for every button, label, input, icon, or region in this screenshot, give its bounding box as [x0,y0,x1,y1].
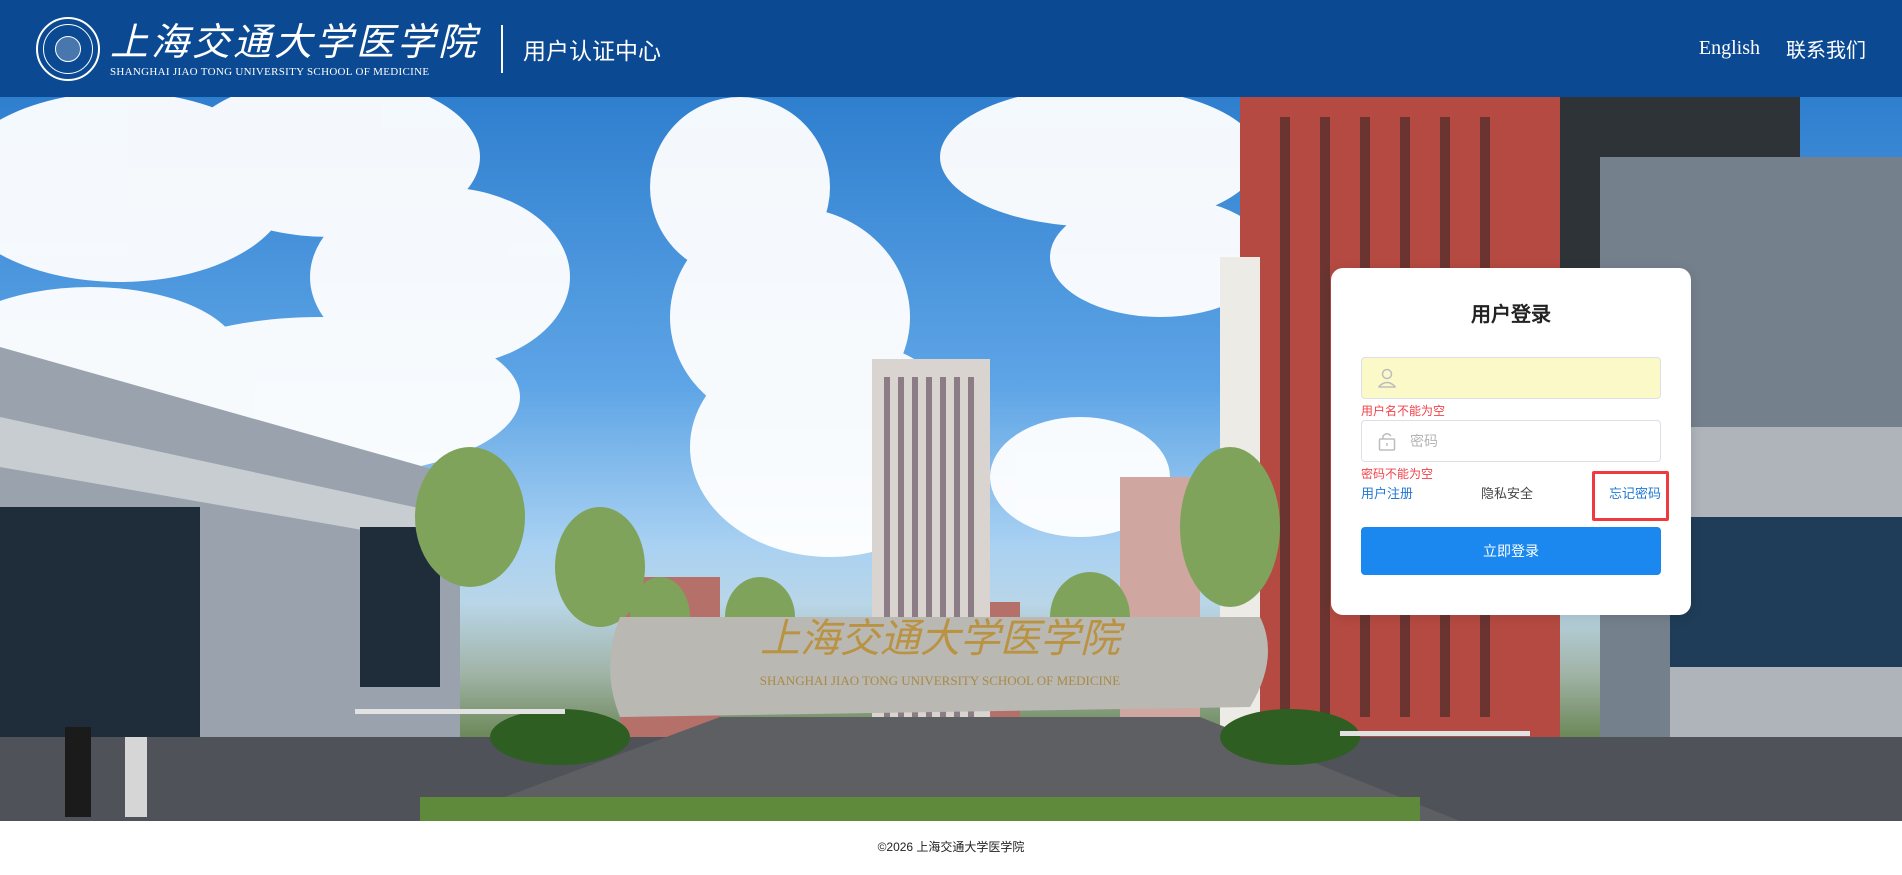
lock-icon [1378,433,1396,451]
header-divider [501,24,504,73]
forgot-password-highlight [1592,471,1669,521]
brand-name-cn: 上海交通大学医学院 [110,19,480,64]
register-link[interactable]: 用户注册 [1361,482,1413,506]
username-error: 用户名不能为空 [1361,404,1446,418]
password-field[interactable] [1361,420,1661,462]
brand[interactable]: 上海交通大学医学院 SHANGHAI JIAO TONG UNIVERSITY … [36,16,662,81]
login-title: 用户登录 [1471,304,1551,326]
password-error: 密码不能为空 [1361,467,1434,481]
contact-us-link[interactable]: 联系我们 [1786,34,1866,63]
footer: ©2026 上海交通大学医学院 [0,821,1902,875]
username-input[interactable] [1410,370,1660,386]
username-field[interactable] [1361,357,1661,399]
stone-inscription-en: SHANGHAI JIAO TONG UNIVERSITY SCHOOL OF … [760,673,1120,688]
user-icon [1377,368,1397,388]
password-input[interactable] [1410,433,1660,449]
copyright: ©2026 上海交通大学医学院 [877,840,1025,854]
top-header: 上海交通大学医学院 SHANGHAI JIAO TONG UNIVERSITY … [0,0,1902,97]
login-button[interactable]: 立即登录 [1361,527,1661,575]
header-nav: English 联系我们 [1673,34,1866,63]
page-title: 用户认证中心 [523,37,662,64]
university-seal-icon [36,16,100,81]
login-card: 用户登录 用户名不能为空 密码不能为空 用户注册 隐私安全 忘记密码 立即登录 [1331,268,1691,615]
privacy-link[interactable]: 隐私安全 [1481,482,1533,506]
stone-inscription-cn: 上海交通大学医学院 [760,616,1126,662]
language-english-link[interactable]: English [1699,37,1760,60]
brand-name-en: SHANGHAI JIAO TONG UNIVERSITY SCHOOL OF … [110,65,430,78]
